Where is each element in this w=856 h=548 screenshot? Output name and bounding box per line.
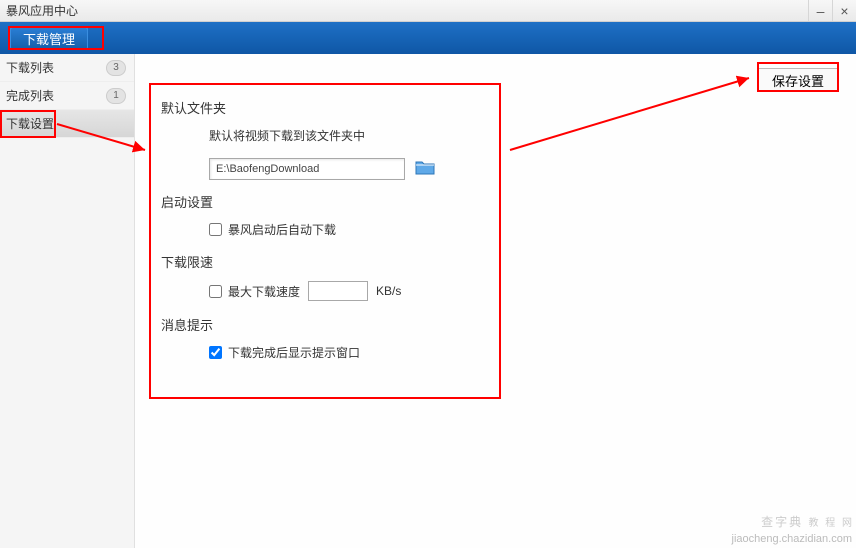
max-speed-input[interactable]	[308, 281, 368, 301]
show-popup-checkbox[interactable]	[209, 346, 222, 359]
close-button[interactable]: ×	[832, 0, 856, 21]
max-speed-checkbox[interactable]	[209, 285, 222, 298]
sidebar-badge: 1	[106, 88, 126, 104]
section-title-startup: 启动设置	[161, 192, 639, 211]
settings-panel: 默认文件夹 默认将视频下载到该文件夹中 启动设置	[151, 82, 639, 432]
tab-download-manager[interactable]: 下载管理	[10, 26, 88, 50]
sidebar-item-label: 下载设置	[6, 115, 54, 132]
tab-label: 下载管理	[23, 29, 75, 48]
browse-folder-button[interactable]	[415, 159, 437, 179]
sidebar-item-download-list[interactable]: 下载列表 3	[0, 54, 134, 82]
auto-download-checkbox[interactable]	[209, 223, 222, 236]
watermark-brand: 查字典 教 程 网	[761, 513, 854, 530]
sidebar: 下载列表 3 完成列表 1 下载设置	[0, 54, 135, 548]
section-title-speed-limit: 下载限速	[161, 252, 639, 271]
sidebar-item-label: 完成列表	[6, 87, 54, 104]
window-title: 暴风应用中心	[6, 2, 78, 19]
sidebar-badge: 3	[106, 60, 126, 76]
sidebar-item-label: 下载列表	[6, 59, 54, 76]
folder-icon	[415, 159, 435, 175]
download-path-input[interactable]	[209, 158, 405, 180]
speed-unit-label: KB/s	[376, 284, 401, 298]
header-bar: 下载管理	[0, 22, 856, 54]
save-button-label: 保存设置	[772, 71, 824, 90]
sidebar-item-completed-list[interactable]: 完成列表 1	[0, 82, 134, 110]
auto-download-label: 暴风启动后自动下载	[228, 221, 336, 238]
minimize-button[interactable]: –	[808, 0, 832, 21]
watermark-url: jiaocheng.chazidian.com	[732, 533, 852, 545]
save-settings-button[interactable]: 保存设置	[757, 68, 839, 92]
body-area: 下载列表 3 完成列表 1 下载设置 保存设置 默认文件夹 默认将视频下载到该文…	[0, 54, 856, 548]
show-popup-label: 下载完成后显示提示窗口	[228, 344, 360, 361]
window-controls: – ×	[808, 0, 856, 21]
max-speed-label: 最大下载速度	[228, 283, 300, 300]
sidebar-item-download-settings[interactable]: 下载设置	[0, 110, 134, 138]
default-folder-hint: 默认将视频下载到该文件夹中	[209, 127, 639, 144]
window-titlebar: 暴风应用中心 – ×	[0, 0, 856, 22]
content-area: 保存设置 默认文件夹 默认将视频下载到该文件夹中	[135, 54, 856, 548]
section-title-default-folder: 默认文件夹	[161, 98, 639, 117]
section-title-message: 消息提示	[161, 315, 639, 334]
